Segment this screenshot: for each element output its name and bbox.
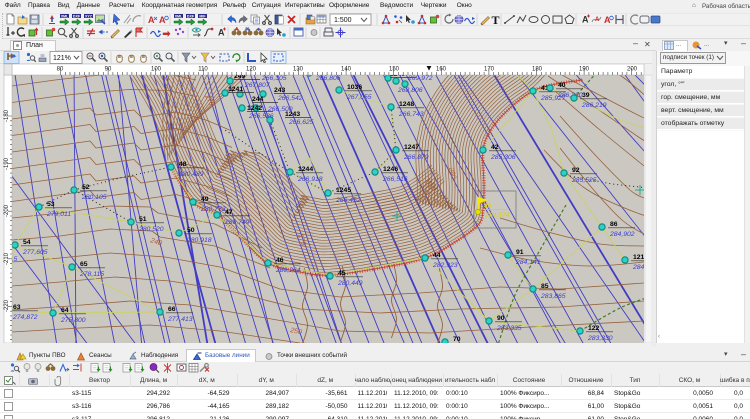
svg-text:121%: 121% xyxy=(53,55,71,62)
svg-text:65: 65 xyxy=(80,261,88,268)
svg-text:284,141: 284,141 xyxy=(515,259,541,266)
svg-text:274,872: 274,872 xyxy=(12,314,38,321)
svg-text:91: 91 xyxy=(516,249,524,256)
svg-text:266,625: 266,625 xyxy=(288,119,314,126)
svg-text:266,542: 266,542 xyxy=(277,95,303,102)
svg-text:1247: 1247 xyxy=(404,144,419,151)
svg-text:54: 54 xyxy=(23,239,31,246)
svg-text:92: 92 xyxy=(572,167,580,174)
svg-text:279,011: 279,011 xyxy=(46,211,71,218)
svg-text:280,449: 280,449 xyxy=(337,280,363,287)
svg-text:40: 40 xyxy=(558,82,566,89)
svg-text:283,330: 283,330 xyxy=(587,335,613,342)
svg-text:283,335: 283,335 xyxy=(496,325,522,332)
svg-text:39: 39 xyxy=(582,92,590,99)
svg-text:283,865: 283,865 xyxy=(540,293,566,300)
svg-text:269,972: 269,972 xyxy=(407,75,433,82)
svg-text:280,773: 280,773 xyxy=(200,206,226,213)
svg-text:267,055: 267,055 xyxy=(346,94,372,101)
svg-text:275,800: 275,800 xyxy=(60,317,86,324)
svg-text:T: T xyxy=(491,13,499,26)
svg-text:266,452: 266,452 xyxy=(335,197,361,204)
svg-text:286,220: 286,220 xyxy=(557,92,583,99)
svg-text:280,489: 280,489 xyxy=(178,171,204,178)
svg-text:1246: 1246 xyxy=(383,166,398,173)
svg-text:280,749: 280,749 xyxy=(224,219,250,226)
svg-text:64: 64 xyxy=(61,307,69,314)
svg-text:XML: XML xyxy=(61,14,69,18)
svg-text:266,879: 266,879 xyxy=(403,154,429,161)
svg-text:285,525: 285,525 xyxy=(571,177,597,184)
svg-text:120: 120 xyxy=(246,67,257,73)
svg-text:280,520: 280,520 xyxy=(138,226,164,233)
svg-text:268,806: 268,806 xyxy=(397,87,423,94)
svg-text:280,105: 280,105 xyxy=(81,194,107,201)
svg-text:46: 46 xyxy=(276,257,284,264)
svg-text:DXF: DXF xyxy=(187,14,195,18)
svg-text:90: 90 xyxy=(497,315,505,322)
svg-text:284,902: 284,902 xyxy=(609,231,635,238)
svg-text:267,807: 267,807 xyxy=(244,82,270,89)
svg-text:280,918: 280,918 xyxy=(186,237,212,244)
svg-text:243: 243 xyxy=(274,87,286,94)
svg-text:284,574: 284,574 xyxy=(484,212,510,219)
svg-text:XML: XML xyxy=(175,14,183,18)
svg-text:XYZ: XYZ xyxy=(85,14,93,18)
svg-text:1244: 1244 xyxy=(298,166,313,173)
svg-text:1:500: 1:500 xyxy=(334,17,352,24)
svg-text:280,264: 280,264 xyxy=(275,267,301,274)
svg-text:170: 170 xyxy=(484,67,495,73)
svg-text:244: 244 xyxy=(252,96,264,103)
svg-text:1245: 1245 xyxy=(336,187,351,194)
svg-text:48: 48 xyxy=(179,161,187,168)
svg-text:266,806: 266,806 xyxy=(315,75,341,82)
svg-text:1242: 1242 xyxy=(247,105,262,112)
svg-text:52: 52 xyxy=(82,184,90,191)
svg-text:278,115: 278,115 xyxy=(79,271,104,278)
svg-text:150: 150 xyxy=(389,67,400,73)
svg-text:200: 200 xyxy=(627,67,638,73)
svg-text:1036: 1036 xyxy=(347,84,362,91)
svg-text:266,305: 266,305 xyxy=(261,75,287,82)
svg-text:266,918: 266,918 xyxy=(297,176,323,183)
svg-text:122: 122 xyxy=(588,325,600,332)
svg-text:A: A xyxy=(235,27,239,33)
svg-text:42: 42 xyxy=(491,144,499,151)
svg-text:266,743: 266,743 xyxy=(398,111,424,118)
svg-text:51: 51 xyxy=(139,216,147,223)
svg-text:277,605: 277,605 xyxy=(22,249,48,256)
svg-text:53: 53 xyxy=(47,201,55,208)
svg-text:-220: -220 xyxy=(4,299,10,312)
svg-text:180: 180 xyxy=(532,67,543,73)
svg-text:A: A xyxy=(148,15,155,25)
svg-text:100: 100 xyxy=(151,67,162,73)
svg-text:277,413: 277,413 xyxy=(167,316,193,323)
svg-text:A: A xyxy=(595,17,600,23)
svg-text:44: 44 xyxy=(433,252,441,259)
svg-text:63: 63 xyxy=(13,304,21,311)
svg-text:DXF: DXF xyxy=(73,14,81,18)
svg-text:86: 86 xyxy=(610,221,618,228)
svg-text:1248: 1248 xyxy=(399,101,414,108)
svg-text:47: 47 xyxy=(225,209,233,216)
svg-text:266,516: 266,516 xyxy=(382,176,408,183)
svg-text:66: 66 xyxy=(168,306,176,313)
svg-text:43: 43 xyxy=(484,203,492,210)
svg-text:1241: 1241 xyxy=(228,86,243,93)
svg-text:285,306: 285,306 xyxy=(490,154,516,161)
svg-text:45: 45 xyxy=(338,270,346,277)
svg-text:50: 50 xyxy=(187,227,195,234)
svg-text:70: 70 xyxy=(453,336,461,343)
svg-text:266,536: 266,536 xyxy=(248,113,274,120)
svg-text:286,219: 286,219 xyxy=(581,102,607,109)
svg-text:-180: -180 xyxy=(4,109,10,122)
svg-text:282,923: 282,923 xyxy=(432,262,458,269)
svg-text:121: 121 xyxy=(633,254,645,261)
svg-text:1243: 1243 xyxy=(285,111,300,118)
svg-text:%: % xyxy=(246,27,251,33)
svg-text:-200: -200 xyxy=(4,204,10,217)
svg-text:MIF: MIF xyxy=(199,14,206,18)
svg-text:49: 49 xyxy=(201,196,209,203)
svg-text:85: 85 xyxy=(541,283,549,290)
